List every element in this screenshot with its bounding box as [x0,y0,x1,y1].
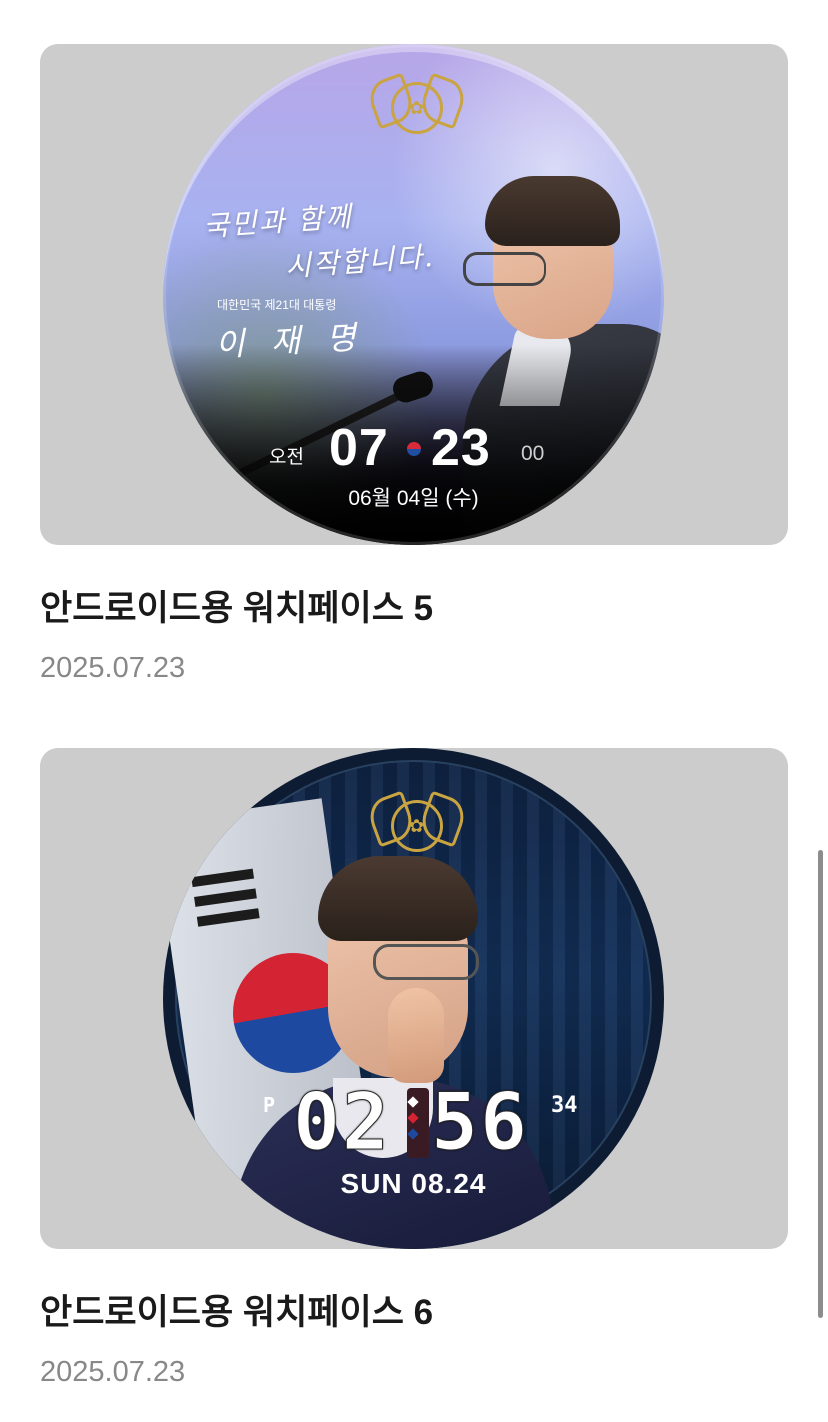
portrait-hair [318,856,478,941]
card-date: 2025.07.23 [40,652,186,684]
watch-face-preview: ✿ P 02 56 34 SUN 08.24 [163,748,664,1249]
card-thumbnail[interactable]: ✿ 국민과 함께 시작합니다. 대한민국 제21대 대통령 이 재 명 오전 0… [40,44,788,545]
clock-date: SUN 08.24 [340,1168,487,1199]
portrait-raised-hand [388,988,444,1083]
separator-dot [407,1128,419,1140]
scrollbar[interactable] [818,850,823,1318]
page: ✿ 국민과 함께 시작합니다. 대한민국 제21대 대통령 이 재 명 오전 0… [0,0,828,1422]
watchface-card-6[interactable]: ✿ P 02 56 34 SUN 08.24 안드로이드용 워치페이스 6 20… [40,748,788,1388]
clock-separator-icon [407,1096,419,1152]
card-title[interactable]: 안드로이드용 워치페이스 5 [40,580,433,631]
flag-trigram [196,908,260,927]
clock-ampm: P [263,1093,276,1117]
separator-dot [407,1096,419,1108]
presidential-emblem-icon: ✿ [390,800,443,852]
flag-trigram [194,888,257,907]
clock-hour: 02 [293,1078,391,1169]
card-date: 2025.07.23 [40,1356,186,1388]
clock-second: 34 [551,1093,578,1118]
card-title[interactable]: 안드로이드용 워치페이스 6 [40,1284,433,1335]
face-rim [163,44,664,545]
separator-dot [407,1112,419,1124]
watch-face-preview: ✿ 국민과 함께 시작합니다. 대한민국 제21대 대통령 이 재 명 오전 0… [163,44,664,545]
portrait-glasses [373,944,479,980]
clock-minute: 56 [431,1078,529,1169]
watchface-card-5[interactable]: ✿ 국민과 함께 시작합니다. 대한민국 제21대 대통령 이 재 명 오전 0… [40,44,788,684]
card-thumbnail[interactable]: ✿ P 02 56 34 SUN 08.24 [40,748,788,1249]
flag-trigram [191,868,255,888]
